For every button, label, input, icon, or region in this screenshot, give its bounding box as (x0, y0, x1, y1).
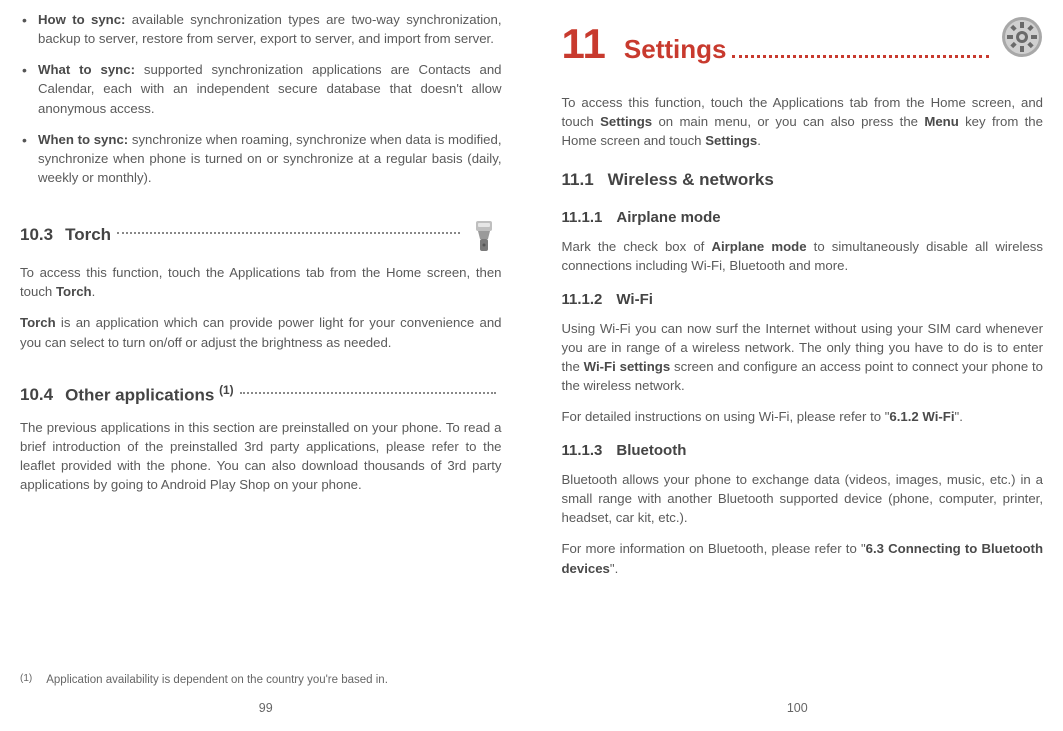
text-span: . (92, 284, 96, 299)
wifi-paragraph-2: For detailed instructions on using Wi-Fi… (562, 407, 1044, 426)
footnote-text: Application availability is dependent on… (46, 672, 388, 689)
other-apps-paragraph: The previous applications in this sectio… (20, 418, 502, 495)
leader-dots (117, 232, 459, 234)
chapter-11-settings-heading: 11 Settings (562, 16, 1044, 69)
text-span: ". (955, 409, 963, 424)
text-span: For detailed instructions on using Wi-Fi… (562, 409, 890, 424)
page-100: 11 Settings (532, 0, 1063, 731)
airplane-mode-paragraph: Mark the check box of Airplane mode to s… (562, 237, 1044, 275)
text-bold: Wi-Fi settings (584, 359, 671, 374)
text-span: ". (610, 561, 618, 576)
section-number: 10.3 (20, 223, 65, 248)
page-99: How to sync: available synchronization t… (0, 0, 532, 731)
leader-dots (732, 55, 989, 58)
text-span: Mark the check box of (562, 239, 712, 254)
bluetooth-paragraph-1: Bluetooth allows your phone to exchange … (562, 470, 1044, 527)
flashlight-icon (466, 217, 502, 253)
heading-11-1-1-airplane: 11.1.1Airplane mode (562, 207, 1044, 229)
text-span: Other applications (65, 385, 219, 404)
text-bold: Torch (56, 284, 92, 299)
leader-dots (240, 392, 496, 394)
chapter-title: Settings (624, 31, 727, 69)
torch-paragraph-2: Torch is an application which can provid… (20, 313, 502, 351)
text-span: . (757, 133, 761, 148)
text-span: For more information on Bluetooth, pleas… (562, 541, 866, 556)
text-bold: 6.1.2 Wi-Fi (889, 409, 954, 424)
text-span: is an application which can provide powe… (20, 315, 502, 349)
section-number: 11.1.2 (562, 291, 617, 308)
section-title: Torch (65, 223, 111, 248)
heading-11-1-2-wifi: 11.1.2Wi-Fi (562, 289, 1044, 311)
bullet-what-to-sync: What to sync: supported synchronization … (20, 60, 502, 117)
section-title: Other applications (1) (65, 382, 234, 408)
footnote-mark: (1) (20, 672, 32, 689)
text-bold: Settings (600, 114, 652, 129)
page-number-100: 100 (787, 699, 808, 717)
text-bold: Settings (705, 133, 757, 148)
section-title: Bluetooth (616, 442, 686, 459)
bullet-when-to-sync: When to sync: synchronize when roaming, … (20, 130, 502, 187)
section-number: 11.1.3 (562, 442, 617, 459)
page-number-99: 99 (259, 699, 273, 717)
heading-10-4-other-apps: 10.4 Other applications (1) (20, 382, 502, 408)
section-title: Wireless & networks (608, 170, 774, 189)
torch-paragraph-1: To access this function, touch the Appli… (20, 263, 502, 301)
bullet-title: What to sync: (38, 62, 135, 77)
section-title: Wi-Fi (616, 291, 653, 308)
section-number: 11.1.1 (562, 209, 617, 226)
sync-bullet-list: How to sync: available synchronization t… (20, 10, 502, 187)
section-title: Airplane mode (616, 209, 720, 226)
text-bold: Menu (924, 114, 958, 129)
section-number: 10.4 (20, 383, 65, 408)
settings-gear-icon (1001, 16, 1043, 58)
text-span: on main menu, or you can also press the (652, 114, 924, 129)
section-number: 11.1 (562, 170, 608, 189)
heading-10-3-torch: 10.3 Torch (20, 217, 502, 253)
footnote-marker: (1) (219, 383, 234, 397)
text-bold: Airplane mode (711, 239, 806, 254)
bullet-title: How to sync: (38, 12, 125, 27)
heading-11-1-wireless: 11.1Wireless & networks (562, 168, 1044, 193)
heading-11-1-3-bluetooth: 11.1.3Bluetooth (562, 440, 1044, 462)
footnote-1: (1) Application availability is dependen… (20, 672, 388, 689)
bullet-how-to-sync: How to sync: available synchronization t… (20, 10, 502, 48)
text-bold: Torch (20, 315, 56, 330)
chapter-number: 11 (562, 23, 606, 65)
bullet-title: When to sync: (38, 132, 128, 147)
settings-intro-paragraph: To access this function, touch the Appli… (562, 93, 1044, 150)
bluetooth-paragraph-2: For more information on Bluetooth, pleas… (562, 539, 1044, 577)
wifi-paragraph-1: Using Wi-Fi you can now surf the Interne… (562, 319, 1044, 396)
